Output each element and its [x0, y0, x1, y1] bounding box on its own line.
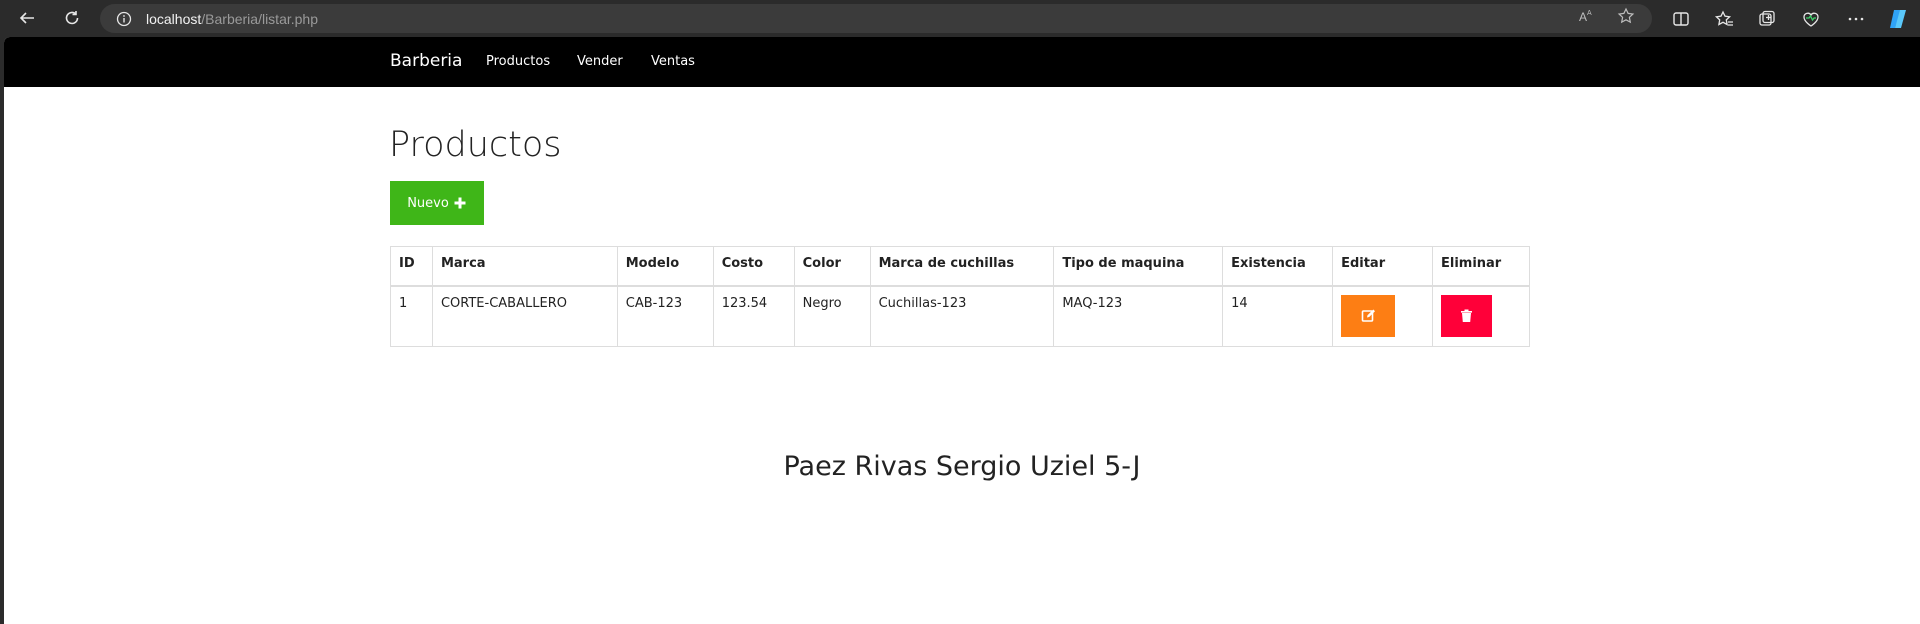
page-viewport: Barberia Productos Vender Ventas Product…: [4, 37, 1920, 624]
cell-marca-cuchillas: Cuchillas-123: [869, 285, 1055, 347]
cell-color: Negro: [793, 285, 871, 347]
read-aloud-icon[interactable]: AA: [1578, 7, 1596, 25]
plus-icon: [454, 197, 466, 209]
browser-toolbar: localhost/Barberia/listar.php AA: [0, 0, 1920, 37]
table-row: 1 CORTE-CABALLERO CAB-123 123.54 Negro C…: [390, 285, 1531, 347]
arrow-left-icon: [19, 12, 34, 24]
favorites-icon[interactable]: [1714, 9, 1734, 29]
header-modelo: Modelo: [616, 246, 714, 287]
refresh-button[interactable]: [58, 4, 86, 32]
svg-text:A: A: [1587, 10, 1592, 17]
back-button[interactable]: [13, 4, 41, 32]
header-tipo-maquina: Tipo de maquina: [1053, 246, 1224, 287]
cell-existencia: 14: [1222, 285, 1334, 347]
header-marca-cuchillas: Marca de cuchillas: [869, 246, 1055, 287]
info-icon[interactable]: [116, 11, 132, 27]
nav-link-vender[interactable]: Vender: [577, 54, 623, 69]
svg-text:A: A: [1579, 10, 1587, 24]
url-path: /Barberia/listar.php: [201, 10, 318, 27]
delete-button[interactable]: [1440, 294, 1492, 337]
header-existencia: Existencia: [1222, 246, 1334, 287]
header-id: ID: [390, 246, 433, 287]
cell-editar: [1332, 285, 1433, 347]
page-title: Productos: [389, 125, 562, 165]
nav-link-productos[interactable]: Productos: [486, 54, 550, 69]
footer-author: Paez Rivas Sergio Uziel 5-J: [783, 451, 1141, 482]
refresh-icon: [65, 11, 79, 25]
header-marca: Marca: [431, 246, 618, 287]
header-eliminar: Eliminar: [1431, 246, 1531, 287]
nav-link-ventas[interactable]: Ventas: [651, 54, 695, 69]
new-button-label: Nuevo: [407, 195, 449, 211]
navbar-brand[interactable]: Barberia: [390, 51, 462, 71]
address-bar[interactable]: localhost/Barberia/listar.php: [100, 4, 1652, 33]
header-editar: Editar: [1332, 246, 1433, 287]
more-menu-icon[interactable]: [1846, 9, 1866, 29]
cell-id: 1: [390, 285, 433, 347]
top-navbar: Barberia Productos Vender Ventas: [4, 37, 1920, 87]
cell-marca: CORTE-CABALLERO: [431, 285, 618, 347]
edit-icon: [1361, 309, 1375, 322]
cell-modelo: CAB-123: [616, 285, 714, 347]
cell-eliminar: [1431, 285, 1531, 347]
cell-tipo-maquina: MAQ-123: [1053, 285, 1224, 347]
table-header-row: ID Marca Modelo Costo Color Marca de cuc…: [390, 246, 1531, 287]
browser-essentials-icon[interactable]: [1801, 9, 1821, 29]
cell-costo: 123.54: [712, 285, 795, 347]
trash-icon: [1460, 309, 1472, 322]
products-table: ID Marca Modelo Costo Color Marca de cuc…: [390, 246, 1531, 347]
new-product-button[interactable]: Nuevo: [390, 181, 484, 225]
edit-button[interactable]: [1341, 294, 1396, 337]
collections-icon[interactable]: [1757, 9, 1777, 29]
copilot-icon[interactable]: [1886, 7, 1910, 31]
header-color: Color: [793, 246, 871, 287]
url-host: localhost: [146, 10, 202, 27]
split-screen-icon[interactable]: [1671, 9, 1691, 29]
favorite-star-icon[interactable]: [1617, 7, 1635, 25]
url-text: localhost/Barberia/listar.php: [146, 11, 318, 27]
header-costo: Costo: [712, 246, 795, 287]
